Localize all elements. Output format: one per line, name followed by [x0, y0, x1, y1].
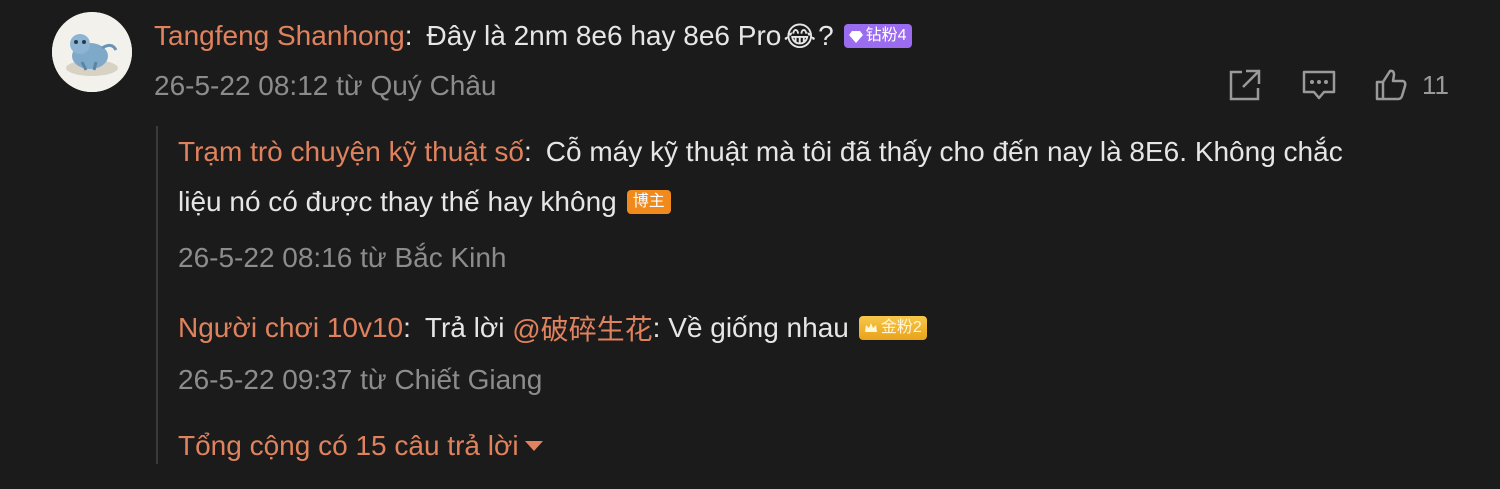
reply-2-prefix: Trả lời [424, 312, 513, 343]
total-replies-text: Tổng cộng có 15 câu trả lời [178, 430, 519, 461]
comment-separator: : [404, 20, 413, 51]
gold-fan-badge-label: 金粉2 [880, 319, 922, 336]
comment-line: Tangfeng Shanhong : Đây là 2nm 8e6 hay 8… [154, 16, 912, 56]
laughing-emoji-icon: 😂 [783, 20, 817, 52]
reply-1-text-cont: liệu nó có được thay thế hay không [178, 186, 617, 217]
gold-fan-badge: 金粉2 [858, 316, 927, 340]
reply-1-text: Cỗ máy kỹ thuật mà tôi đã thấy cho đến n… [545, 136, 1343, 167]
reply-button[interactable] [1300, 66, 1338, 104]
reply-2-separator: : [403, 312, 411, 343]
reply-1-username[interactable]: Trạm trò chuyện kỹ thuật số [178, 136, 524, 167]
avatar[interactable] [52, 12, 132, 92]
thumbs-up-icon [1375, 69, 1407, 101]
comment-meta: 26-5-22 08:12 từ Quý Châu [154, 70, 497, 101]
like-button[interactable]: 11 [1372, 66, 1449, 104]
diamond-icon [848, 31, 863, 43]
reply-1-line-1: Trạm trò chuyện kỹ thuật số: Cỗ máy kỹ th… [178, 136, 1343, 168]
comment-text-end: ? [818, 20, 834, 51]
like-count: 11 [1422, 69, 1449, 100]
view-all-replies-link[interactable]: Tổng cộng có 15 câu trả lời [178, 430, 543, 462]
crown-icon [864, 323, 877, 332]
caret-down-icon [524, 441, 543, 451]
comment-actions: 11 [1226, 66, 1449, 104]
avatar-image [52, 12, 132, 92]
comment-text: Đây là 2nm 8e6 hay 8e6 Pro [426, 20, 782, 51]
fan-badge: 钻粉4 [843, 24, 912, 48]
reply-2-text: Về giống nhau [660, 312, 849, 343]
reply-1-meta: 26-5-22 08:16 từ Bắc Kinh [178, 242, 507, 273]
reply-2-meta: 26-5-22 09:37 từ Chiết Giang [178, 364, 543, 395]
fan-badge-label: 钻粉4 [865, 27, 907, 44]
reply-1-line-2: liệu nó có được thay thế hay không 博主 [178, 186, 671, 218]
replies-thread: Trạm trò chuyện kỹ thuật số: Cỗ máy kỹ th… [156, 126, 1478, 464]
reply-2-mention[interactable]: @破碎生花 [512, 308, 652, 348]
reply-1-separator: : [524, 136, 532, 167]
reply-2-mention-sep: : [652, 312, 661, 343]
reply-2-username[interactable]: Người chơi 10v10 [178, 312, 403, 344]
comment-username[interactable]: Tangfeng Shanhong [154, 20, 405, 52]
reply-2-line: Người chơi 10v10: Trả lời @破碎生花: Về giống… [178, 308, 927, 348]
share-button[interactable] [1226, 66, 1264, 104]
comment-icon [1302, 70, 1336, 100]
blogger-badge: 博主 [626, 190, 671, 214]
share-icon [1229, 69, 1261, 101]
